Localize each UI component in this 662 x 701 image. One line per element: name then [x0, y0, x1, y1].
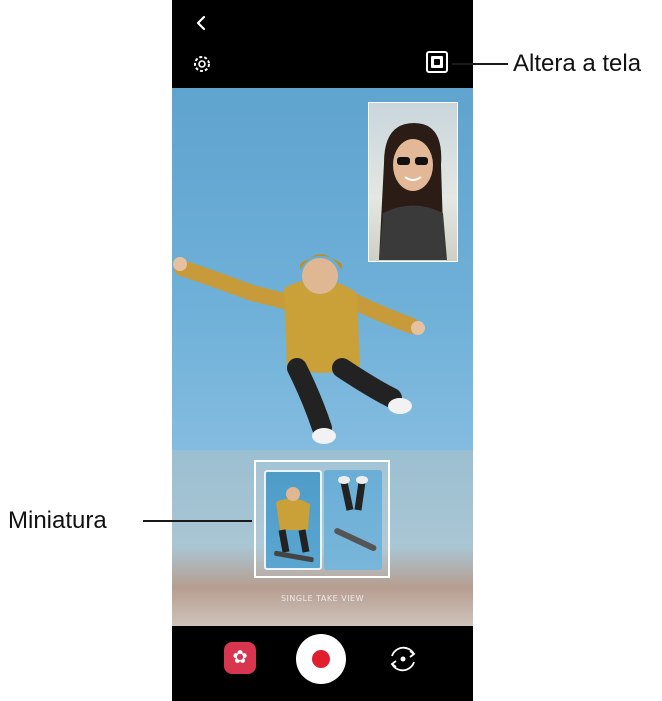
chevron-left-icon[interactable]	[190, 12, 212, 34]
switch-screen-annotation: Altera a tela	[513, 50, 642, 77]
phone-screen: SINGLE TAKE VIEW ✿	[172, 0, 473, 701]
thumbnail-2-image	[334, 476, 377, 551]
flower-icon: ✿	[232, 647, 248, 668]
picture-in-picture-icon[interactable]	[426, 51, 448, 73]
front-camera-preview[interactable]	[368, 102, 458, 262]
thumbnail-panel[interactable]	[254, 460, 390, 578]
effects-button[interactable]: ✿	[224, 642, 256, 674]
camera-top-bar	[172, 0, 473, 88]
switch-screen-callout-line	[452, 63, 508, 65]
gear-icon[interactable]	[190, 52, 214, 76]
flip-camera-icon[interactable]	[386, 642, 420, 676]
thumbnail-callout-line	[143, 520, 252, 522]
switch-view-inner	[431, 56, 443, 68]
camera-controls: ✿	[172, 626, 473, 701]
thumbnail-1[interactable]	[264, 470, 322, 570]
thumbnail-mode-label: SINGLE TAKE VIEW	[280, 594, 365, 603]
thumbnail-1-image	[274, 487, 314, 563]
thumbnail-2[interactable]	[324, 470, 382, 570]
woman-portrait-image	[379, 123, 447, 260]
record-icon	[312, 650, 330, 668]
record-button[interactable]	[296, 634, 346, 684]
camera-viewfinder[interactable]: SINGLE TAKE VIEW	[172, 88, 473, 626]
thumbnail-annotation: Miniatura	[8, 507, 107, 534]
